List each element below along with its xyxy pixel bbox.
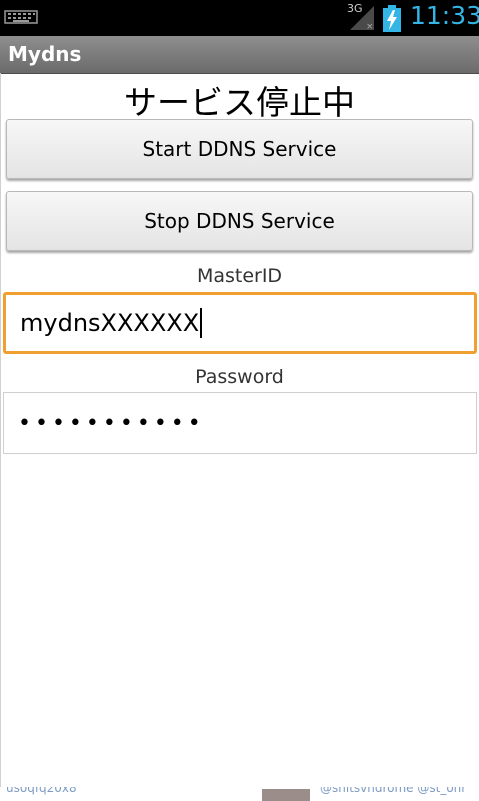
clock: 11:33 bbox=[410, 1, 479, 30]
stop-ddns-button[interactable]: Stop DDNS Service bbox=[6, 191, 473, 251]
action-bar: Mydns bbox=[0, 36, 479, 74]
app-title: Mydns bbox=[8, 42, 82, 66]
keyboard-icon bbox=[4, 10, 38, 24]
background-strip: usoqfq20x8 @shitsvhdrome @st_ohr bbox=[0, 787, 479, 801]
text-cursor bbox=[200, 308, 203, 338]
background-image bbox=[262, 789, 310, 801]
svg-text:×: × bbox=[366, 22, 374, 32]
service-status-text: サービス停止中 bbox=[124, 83, 355, 122]
divider bbox=[0, 73, 1, 787]
password-input[interactable]: ••••••••••• bbox=[3, 392, 477, 454]
master-id-input[interactable]: mydnsXXXXXX bbox=[3, 292, 477, 354]
background-text: @shitsvhdrome @st_ohr bbox=[320, 787, 467, 795]
signal-icon: × bbox=[350, 6, 374, 32]
password-label: Password bbox=[195, 366, 284, 388]
phone-screen: 3G × 11:33 Mydns サービス停止中 Start DDNS Serv… bbox=[0, 0, 479, 801]
start-ddns-button-label: Start DDNS Service bbox=[142, 137, 337, 161]
master-id-value: mydnsXXXXXX bbox=[20, 309, 200, 337]
master-id-label: MasterID bbox=[196, 265, 283, 287]
password-value: ••••••••••• bbox=[18, 410, 205, 436]
battery-charging-icon bbox=[383, 5, 401, 32]
status-bar: 3G × 11:33 bbox=[0, 0, 479, 36]
background-text: usoqfq20x8 bbox=[6, 787, 77, 795]
stop-ddns-button-label: Stop DDNS Service bbox=[144, 209, 335, 233]
start-ddns-button[interactable]: Start DDNS Service bbox=[6, 119, 473, 179]
